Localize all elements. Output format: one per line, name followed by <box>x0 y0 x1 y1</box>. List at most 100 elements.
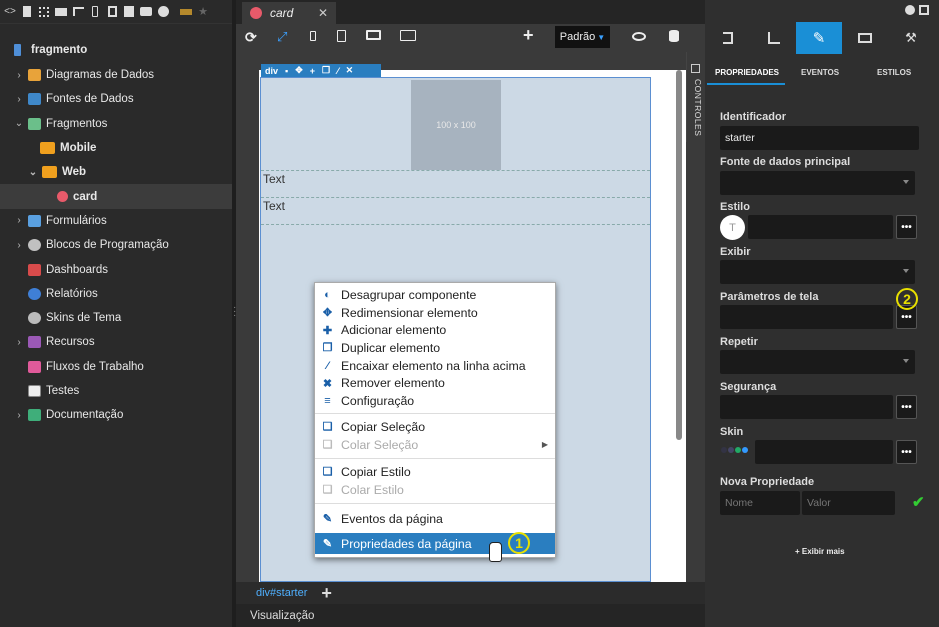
menu-colar-estilo[interactable]: ❏ Colar Estilo <box>315 481 555 499</box>
refresh-icon[interactable]: ⟳ <box>245 29 257 46</box>
parametros-input[interactable] <box>720 305 893 329</box>
breadcrumb[interactable]: div#starter <box>256 587 307 599</box>
exibir-select[interactable] <box>720 260 915 284</box>
tree-item-fragmentos[interactable]: ⌄ Fragmentos <box>0 112 232 136</box>
exibir-mais-link[interactable]: + Exibir mais <box>795 547 845 556</box>
tab-ferramentas[interactable]: ⚒ <box>888 22 934 54</box>
menu-adicionar[interactable]: ✚ Adicionar elemento <box>315 321 555 339</box>
hierarchy-icon[interactable] <box>71 5 85 19</box>
mobile-icon[interactable] <box>88 5 102 19</box>
menu-colar-selecao[interactable]: ❏ Colar Seleção ▶ <box>315 436 555 454</box>
tree-item-dashboards[interactable]: Dashboards <box>0 257 232 281</box>
tree-item-testes[interactable]: Testes <box>0 379 232 403</box>
seguranca-input[interactable] <box>720 395 893 419</box>
plus-icon[interactable]: + <box>321 583 332 604</box>
resize-icon[interactable]: ✥ <box>295 65 303 76</box>
tree-item-web[interactable]: ⌄ Web <box>0 160 232 184</box>
fonte-dados-select[interactable] <box>720 171 915 195</box>
tab-eventos[interactable]: EVENTOS <box>801 68 839 77</box>
chevron-down-icon[interactable]: ⌄ <box>28 167 38 178</box>
menu-remover[interactable]: ✖ Remover elemento <box>315 375 555 393</box>
menu-redimensionar[interactable]: ✥ Redimensionar elemento <box>315 304 555 322</box>
menu-copiar-selecao[interactable]: ❏ Copiar Seleção <box>315 418 555 436</box>
mobile-view-icon[interactable] <box>310 31 316 41</box>
tree-item-fontes[interactable]: › Fontes de Dados <box>0 87 232 111</box>
expand-icon[interactable]: ⤢ <box>277 29 287 45</box>
skin-input[interactable] <box>755 440 893 464</box>
tree-item-card[interactable]: card <box>0 184 232 209</box>
camera-icon[interactable] <box>139 5 153 19</box>
server-icon[interactable] <box>105 5 119 19</box>
tree-item-mobile[interactable]: Mobile <box>0 136 232 160</box>
chevron-right-icon[interactable]: › <box>14 337 24 348</box>
window-icon[interactable] <box>919 5 929 15</box>
document-icon[interactable] <box>20 5 34 19</box>
tab-entrar[interactable] <box>705 22 751 54</box>
seguranca-button[interactable]: ••• <box>896 395 917 419</box>
menu-encaixar[interactable]: ⁄ Encaixar elemento na linha acima <box>315 357 555 375</box>
chevron-right-icon[interactable]: › <box>14 410 24 421</box>
valor-input[interactable] <box>802 491 895 515</box>
tree-item-recursos[interactable]: › Recursos <box>0 330 232 354</box>
tab-editar[interactable]: ✎ <box>796 22 842 54</box>
tablet-view-icon[interactable] <box>337 30 346 42</box>
tree-item-fluxos[interactable]: Fluxos de Trabalho <box>0 355 232 379</box>
canvas-scrollbar[interactable] <box>676 70 682 440</box>
close-icon[interactable]: ✕ <box>318 6 328 20</box>
menu-eventos-pagina[interactable]: ✎ Eventos da página <box>315 510 555 528</box>
tree-project[interactable]: fragmento <box>0 38 232 62</box>
estilo-button[interactable]: ••• <box>896 215 917 239</box>
estilo-input[interactable] <box>748 215 893 239</box>
controls-tab[interactable]: CONTROLES <box>686 52 705 142</box>
grid-icon[interactable] <box>37 5 51 19</box>
chevron-down-icon[interactable]: ⌄ <box>14 118 24 129</box>
skin-swatches-icon[interactable] <box>721 447 748 453</box>
tab-estilos[interactable]: ESTILOS <box>877 68 911 77</box>
skin-button[interactable]: ••• <box>896 440 917 464</box>
placeholder-image[interactable]: 100 x 100 <box>411 80 501 170</box>
tab-propriedades[interactable]: PROPRIEDADES <box>715 68 779 77</box>
wide-view-icon[interactable] <box>400 30 416 41</box>
code-icon[interactable]: <> <box>3 5 17 19</box>
star-icon[interactable]: ★ <box>196 5 210 19</box>
theme-select[interactable]: Padrão ▼ <box>555 26 610 48</box>
duplicate-icon[interactable]: ❐ <box>322 65 330 76</box>
menu-duplicar[interactable]: ❐ Duplicar elemento <box>315 339 555 357</box>
tree-item-relatorios[interactable]: Relatórios <box>0 282 232 306</box>
tree-item-skins[interactable]: Skins de Tema <box>0 306 232 330</box>
repetir-select[interactable] <box>720 350 915 374</box>
menu-desagrupar[interactable]: ◐ Desagrupar componente <box>315 286 555 304</box>
tab-redimensionar[interactable] <box>842 22 888 54</box>
plus-icon[interactable]: + <box>523 25 534 46</box>
factory-icon[interactable] <box>54 5 68 19</box>
database-icon[interactable] <box>669 30 679 42</box>
chevron-right-icon[interactable]: › <box>14 215 24 226</box>
wand-icon[interactable]: ⁄ <box>337 66 339 76</box>
image-row[interactable]: 100 x 100 <box>261 78 650 171</box>
tree-item-blocos[interactable]: › Blocos de Programação <box>0 233 232 257</box>
chevron-right-icon[interactable]: › <box>14 94 24 105</box>
close-icon[interactable]: ✕ <box>346 65 354 76</box>
help-icon[interactable] <box>905 5 915 15</box>
tree-item-documentacao[interactable]: › Documentação <box>0 403 232 427</box>
flag-icon[interactable] <box>179 5 193 19</box>
plus-icon[interactable]: + <box>310 66 315 76</box>
check-icon[interactable]: ✔ <box>912 493 925 511</box>
lock-icon[interactable]: ▪ <box>285 66 288 76</box>
estilo-avatar[interactable]: T <box>720 215 745 240</box>
nome-input[interactable] <box>720 491 800 515</box>
eye-icon[interactable] <box>632 32 646 41</box>
html5-icon[interactable] <box>122 5 136 19</box>
menu-configuracao[interactable]: ≡ Configuração <box>315 392 555 410</box>
tree-item-diagramas[interactable]: › Diagramas de Dados <box>0 63 232 87</box>
tab-visualizacao[interactable]: Visualização <box>250 610 314 622</box>
chevron-right-icon[interactable]: › <box>14 70 24 81</box>
text-row-2[interactable]: Text <box>261 199 650 225</box>
tab-hierarquia[interactable] <box>751 22 797 54</box>
tab-card[interactable]: card ✕ <box>242 2 336 24</box>
identificador-input[interactable]: starter <box>720 126 919 150</box>
chevron-right-icon[interactable]: › <box>14 240 24 251</box>
menu-copiar-estilo[interactable]: ❏ Copiar Estilo <box>315 463 555 481</box>
desktop-view-icon[interactable] <box>366 30 381 40</box>
palette-icon[interactable] <box>156 5 170 19</box>
